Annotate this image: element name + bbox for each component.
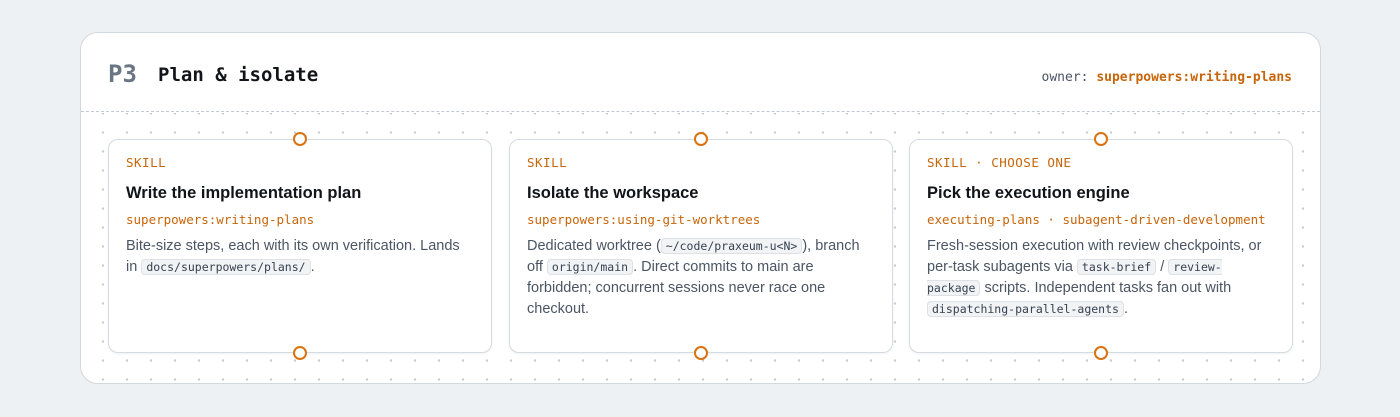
owner-value: superpowers:writing-plans — [1096, 70, 1292, 85]
phase-id: P3 — [108, 60, 137, 88]
output-port-icon[interactable] — [1094, 346, 1108, 360]
card-skill-id: superpowers:using-git-worktrees — [527, 212, 761, 227]
output-port-icon[interactable] — [293, 346, 307, 360]
card-description: Bite-size steps, each with its own verif… — [126, 236, 474, 278]
desc-text: Dedicated worktree ( — [527, 238, 661, 254]
desc-text: / — [1156, 259, 1169, 275]
card-skill-id: executing-plans · subagent-driven-develo… — [927, 212, 1266, 227]
inline-code: dispatching-parallel-agents — [927, 301, 1124, 317]
desc-text: . — [1123, 301, 1128, 317]
input-port-icon[interactable] — [694, 132, 708, 146]
input-port-icon[interactable] — [293, 132, 307, 146]
phase-header: P3 Plan & isolate owner: superpowers:wri… — [81, 33, 1320, 112]
card-tag: SKILL · CHOOSE ONE — [927, 155, 1072, 170]
card-skill-id: superpowers:writing-plans — [126, 212, 315, 227]
input-port-icon[interactable] — [1094, 132, 1108, 146]
card-tag: SKILL — [527, 155, 568, 170]
card-tag: SKILL — [126, 155, 167, 170]
owner-line: owner: superpowers:writing-plans — [1042, 70, 1292, 85]
desc-text: . — [310, 259, 315, 275]
skill-card-plan[interactable]: SKILL Write the implementation plan supe… — [108, 132, 492, 360]
card-title: Pick the execution engine — [927, 184, 1130, 202]
phase-title: Plan & isolate — [158, 64, 319, 86]
skill-card-execution[interactable]: SKILL · CHOOSE ONE Pick the execution en… — [909, 132, 1293, 360]
inline-code: docs/superpowers/plans/ — [141, 259, 311, 275]
output-port-icon[interactable] — [694, 346, 708, 360]
inline-code: ~/code/praxeum-u<N> — [660, 238, 803, 254]
card-description: Fresh-session execution with review chec… — [927, 236, 1275, 320]
card-title: Isolate the workspace — [527, 184, 699, 202]
inline-code: origin/main — [546, 259, 634, 275]
skill-card-worktree[interactable]: SKILL Isolate the workspace superpowers:… — [509, 132, 893, 360]
desc-text: scripts. Independent tasks fan out with — [980, 280, 1232, 296]
card-title: Write the implementation plan — [126, 184, 362, 202]
phase-panel: P3 Plan & isolate owner: superpowers:wri… — [80, 32, 1321, 384]
card-description: Dedicated worktree (~/code/praxeum-u<N>)… — [527, 236, 875, 320]
owner-label: owner: — [1041, 70, 1089, 85]
inline-code: task-brief — [1076, 259, 1157, 275]
